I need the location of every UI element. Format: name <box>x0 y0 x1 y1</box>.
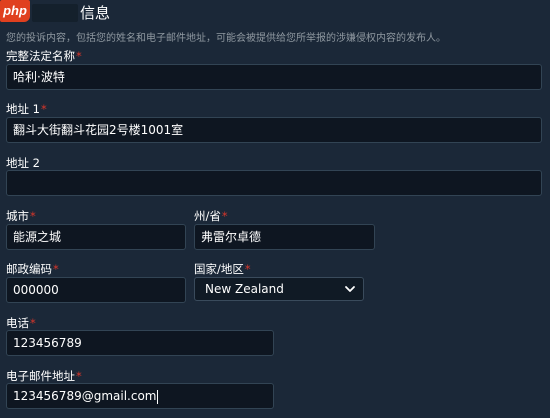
section-description: 您的投诉内容，包括您的姓名和电子邮件地址，可能会被提供给您所举报的涉嫌侵权内容的… <box>6 33 446 44</box>
text-cursor <box>157 389 159 404</box>
required-marker: * <box>76 49 82 63</box>
site-logo: php <box>0 0 30 22</box>
state-label: 州/省* <box>194 208 228 224</box>
city-label: 城市* <box>6 208 36 224</box>
required-marker: * <box>30 316 36 330</box>
redacted-title-mask <box>32 4 78 22</box>
required-marker: * <box>221 209 228 223</box>
address1-label: 地址 1* <box>6 101 47 117</box>
email-input[interactable]: 123456789@gmail.com <box>6 383 274 409</box>
required-marker: * <box>30 209 36 223</box>
city-label-text: 城市 <box>6 209 29 223</box>
address2-input[interactable] <box>6 170 542 196</box>
legal-name-label-text: 完整法定名称 <box>6 49 75 63</box>
legal-name-input[interactable]: 哈利·波特 <box>6 64 542 90</box>
state-input[interactable]: 弗雷尔卓德 <box>194 224 375 250</box>
required-marker: * <box>244 262 251 276</box>
required-marker: * <box>53 262 59 276</box>
address1-input[interactable]: 翻斗大街翻斗花园2号楼1001室 <box>6 117 542 143</box>
country-select[interactable]: New Zealand <box>194 277 364 301</box>
postal-code-label: 邮政编码* <box>6 261 59 277</box>
required-marker: * <box>40 102 47 116</box>
address1-label-text: 地址 1 <box>6 102 40 116</box>
section-title: 信息 <box>80 4 111 22</box>
required-marker: * <box>76 369 82 383</box>
country-label: 国家/地区* <box>194 261 251 277</box>
postal-code-input[interactable]: 000000 <box>6 277 186 303</box>
state-label-text: 州/省 <box>194 209 221 223</box>
country-selected-value: New Zealand <box>205 282 284 296</box>
city-input[interactable]: 能源之城 <box>6 224 186 250</box>
phone-label: 电话* <box>6 315 36 331</box>
chevron-down-icon <box>343 281 357 297</box>
email-label-text: 电子邮件地址 <box>6 369 75 383</box>
address2-label: 地址 2 <box>6 155 40 171</box>
email-input-value: 123456789@gmail.com <box>13 389 157 403</box>
postal-code-label-text: 邮政编码 <box>6 262 52 276</box>
phone-label-text: 电话 <box>6 316 29 330</box>
address2-label-text: 地址 2 <box>6 156 40 170</box>
legal-name-label: 完整法定名称* <box>6 48 82 64</box>
email-label: 电子邮件地址* <box>6 368 82 384</box>
country-label-text: 国家/地区 <box>194 262 244 276</box>
phone-input[interactable]: 123456789 <box>6 330 274 356</box>
